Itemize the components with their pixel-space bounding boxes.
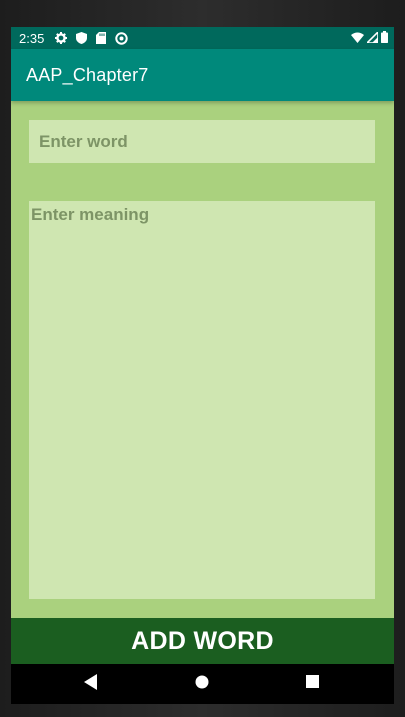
status-right-icons (351, 30, 388, 46)
sd-card-icon (94, 31, 108, 45)
settings-icon (54, 31, 68, 45)
status-time: 2:35 (19, 30, 45, 46)
shield-icon (74, 31, 88, 45)
status-bar: 2:35 (11, 27, 394, 49)
back-icon (84, 673, 98, 695)
home-button[interactable] (182, 664, 222, 704)
phone-screen: 2:35 AAP_Chapter7 Enter word Enter meani… (11, 27, 394, 704)
word-input[interactable] (29, 120, 375, 163)
app-title: AAP_Chapter7 (26, 64, 149, 85)
battery-icon (381, 31, 388, 46)
device-frame: 2:35 AAP_Chapter7 Enter word Enter meani… (0, 0, 405, 717)
app-bar: AAP_Chapter7 (11, 49, 394, 101)
home-icon (195, 675, 209, 694)
add-word-button[interactable]: ADD WORD (11, 618, 394, 664)
back-button[interactable] (71, 664, 111, 704)
sync-icon (114, 31, 128, 45)
meaning-input[interactable] (29, 201, 375, 599)
navigation-bar (11, 664, 394, 704)
recents-icon (305, 675, 319, 693)
recents-button[interactable] (292, 664, 332, 704)
wifi-icon (351, 31, 364, 46)
signal-icon (365, 30, 379, 46)
